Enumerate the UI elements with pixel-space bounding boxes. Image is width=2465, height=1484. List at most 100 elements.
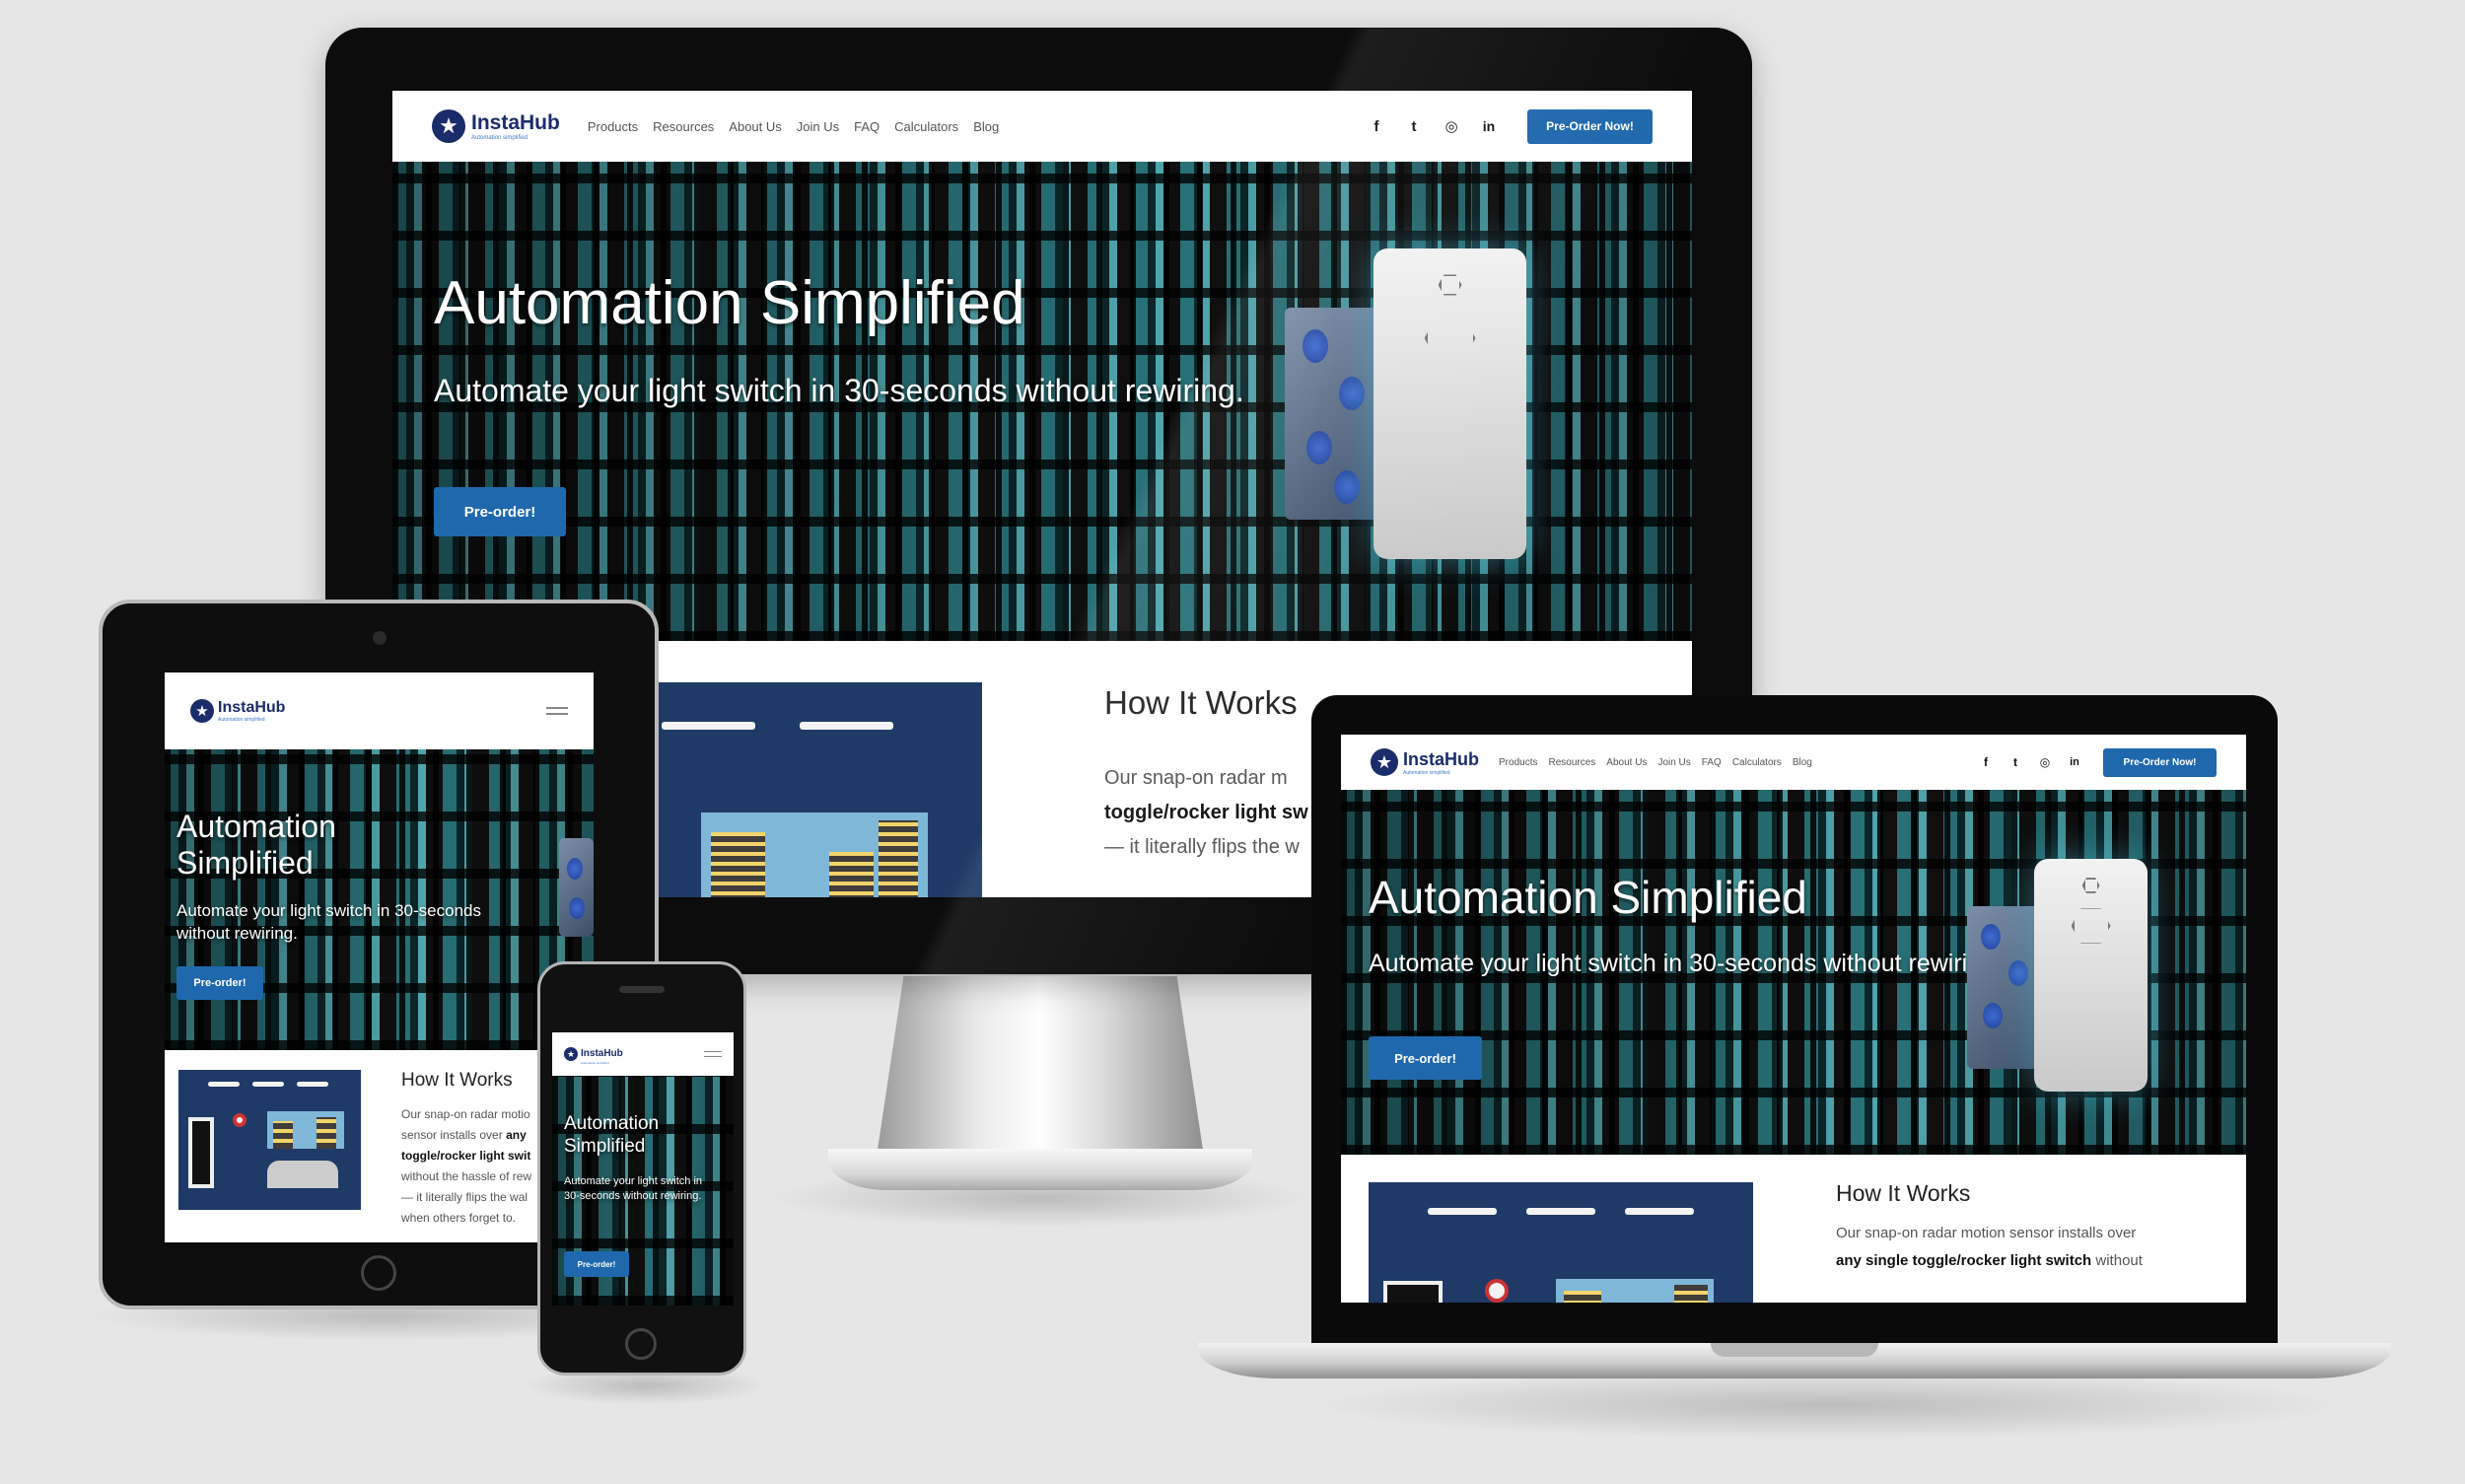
brand-logo[interactable]: ★ InstaHub Automation simplified <box>432 109 560 143</box>
nav-about-us[interactable]: About Us <box>729 119 781 134</box>
door-panel <box>1383 1281 1443 1303</box>
hero-subtitle: Automate your light switch in 30-seconds… <box>1369 950 2002 977</box>
how-text-line: Our snap-on radar m <box>1104 767 1288 789</box>
logo-star-icon: ★ <box>564 1047 578 1061</box>
how-it-works-text: Our snap-on radar motion sensor installs… <box>1836 1220 2230 1275</box>
hero-preorder-button[interactable]: Pre-order! <box>1369 1036 1482 1080</box>
nav-calculators[interactable]: Calculators <box>1732 757 1782 768</box>
brand-logo[interactable]: ★ InstaHub Automation simplified <box>1371 748 1479 776</box>
how-it-works-heading: How It Works <box>401 1070 513 1091</box>
how-text-line: Our snap-on radar motio <box>401 1107 530 1121</box>
monitor-stand-base <box>828 1149 1252 1190</box>
brand-name: InstaHub <box>218 699 286 716</box>
linkedin-icon[interactable]: in <box>2060 756 2089 768</box>
hero-title: Automation Simplified <box>1369 872 1807 923</box>
laptop-trackpad-notch <box>1711 1343 1878 1357</box>
hero-title-line2: Simplified <box>176 845 314 881</box>
hexagon-logo-icon <box>2081 878 2100 893</box>
nav-blog[interactable]: Blog <box>973 119 999 134</box>
phone-navbar: ★ InstaHub Automation simplified <box>552 1032 734 1076</box>
nav-about-us[interactable]: About Us <box>1606 757 1647 768</box>
brand-tagline: Automation simplified <box>581 1061 609 1065</box>
hexagon-emblem-icon <box>1424 316 1476 361</box>
ceiling-light <box>1625 1208 1694 1215</box>
window-skyline <box>267 1111 344 1149</box>
how-text-bold: any <box>506 1128 527 1142</box>
ceiling-light <box>252 1082 284 1087</box>
how-text-line: sensor installs over <box>401 1128 503 1142</box>
twitter-icon[interactable]: t <box>2001 755 2030 769</box>
pre-order-now-button[interactable]: Pre-Order Now! <box>2103 747 2217 777</box>
light-switch-plate <box>1285 308 1383 520</box>
nav-products[interactable]: Products <box>1499 757 1537 768</box>
logo-star-icon: ★ <box>190 699 214 723</box>
instagram-icon[interactable]: ◎ <box>2030 755 2060 769</box>
pre-order-now-button[interactable]: Pre-Order Now! <box>1527 108 1653 144</box>
twitter-icon[interactable]: t <box>1395 118 1433 135</box>
logo-star-icon: ★ <box>1371 748 1398 776</box>
hero-title: Automation Simplified <box>434 269 1025 337</box>
hero-product-image <box>559 838 594 937</box>
door-panel <box>188 1117 214 1188</box>
nav-faq[interactable]: FAQ <box>1702 757 1722 768</box>
how-text-line: Our snap-on radar motion sensor installs… <box>1836 1225 2137 1241</box>
hero-title-line2: Simplified <box>564 1136 646 1157</box>
linkedin-icon[interactable]: in <box>1470 118 1508 134</box>
tablet-screen: ★ InstaHub Automation simplified Automat… <box>165 672 594 1242</box>
hero-title-line1: Automation <box>564 1113 660 1134</box>
how-text-line: — it literally flips the wal <box>401 1190 528 1204</box>
brand-logo[interactable]: ★ InstaHub Automation simplified <box>190 699 285 723</box>
nav-faq[interactable]: FAQ <box>854 119 880 134</box>
hero-subtitle: Automate your light switch in 30-seconds… <box>434 373 1244 408</box>
laptop-how-it-works: How It Works Our snap-on radar motion se… <box>1341 1155 2246 1303</box>
phone-screen: ★ InstaHub Automation simplified Automat… <box>552 1032 734 1306</box>
nav-join-us[interactable]: Join Us <box>1657 757 1690 768</box>
how-it-works-text: Our snap-on radar m toggle/rocker light … <box>1104 761 1308 865</box>
nav-calculators[interactable]: Calculators <box>894 119 958 134</box>
hamburger-menu-icon[interactable] <box>704 1049 722 1059</box>
hero-product-image <box>1967 859 2164 1105</box>
ceiling-light <box>297 1082 328 1087</box>
hero-subtitle: Automate your light switch in 30-seconds… <box>564 1175 703 1202</box>
how-text-line: without the hassle of rew <box>401 1169 532 1183</box>
laptop-navbar: ★ InstaHub Automation simplified Product… <box>1341 735 2246 790</box>
radar-sensor-device <box>2034 859 2148 1092</box>
brand-tagline: Automation simplified <box>218 717 265 723</box>
hamburger-menu-icon[interactable] <box>546 705 568 717</box>
ceiling-light <box>800 722 893 730</box>
monitor-stand-neck <box>878 976 1203 1150</box>
nav-join-us[interactable]: Join Us <box>797 119 839 134</box>
brand-logo[interactable]: ★ InstaHub Automation simplified <box>564 1043 623 1065</box>
hero-preorder-button[interactable]: Pre-order! <box>434 487 566 536</box>
hero-subtitle: Automate your light switch in 30-seconds… <box>176 901 481 943</box>
hero-preorder-button[interactable]: Pre-order! <box>176 966 263 1000</box>
phone-hero: Automation Simplified Automate your ligh… <box>552 1076 734 1306</box>
facebook-icon[interactable]: f <box>1358 118 1395 135</box>
brand-name: InstaHub <box>1403 748 1480 769</box>
hero-preorder-button[interactable]: Pre-order! <box>564 1251 629 1277</box>
facebook-icon[interactable]: f <box>1971 755 2001 769</box>
brand-tagline: Automation simplified <box>471 135 528 141</box>
how-text-bold: any single toggle/rocker light switch <box>1836 1252 2092 1269</box>
brand-tagline: Automation simplified <box>1403 769 1450 776</box>
tablet-home-button[interactable] <box>361 1255 396 1291</box>
nav-products[interactable]: Products <box>588 119 638 134</box>
instagram-icon[interactable]: ◎ <box>1433 117 1470 135</box>
how-text-line: when others forget to. <box>401 1211 517 1225</box>
nav-resources[interactable]: Resources <box>653 119 714 134</box>
main-menu: Products Resources About Us Join Us FAQ … <box>588 119 999 134</box>
ceiling-light <box>662 722 755 730</box>
tablet-navbar: ★ InstaHub Automation simplified <box>165 672 594 749</box>
hexagon-logo-icon <box>1438 274 1462 296</box>
how-text-bold: toggle/rocker light swit <box>401 1149 531 1163</box>
brand-name: InstaHub <box>471 111 560 134</box>
how-it-works-illustration <box>657 682 982 897</box>
how-it-works-heading: How It Works <box>1836 1180 1971 1206</box>
nav-resources[interactable]: Resources <box>1548 757 1595 768</box>
main-menu: Products Resources About Us Join Us FAQ … <box>1499 757 1812 768</box>
hexagon-emblem-icon <box>2071 908 2111 944</box>
brand-name: InstaHub <box>581 1048 623 1059</box>
phone-home-button[interactable] <box>625 1328 657 1360</box>
nav-blog[interactable]: Blog <box>1793 757 1812 768</box>
wall-clock-icon <box>1485 1279 1509 1303</box>
